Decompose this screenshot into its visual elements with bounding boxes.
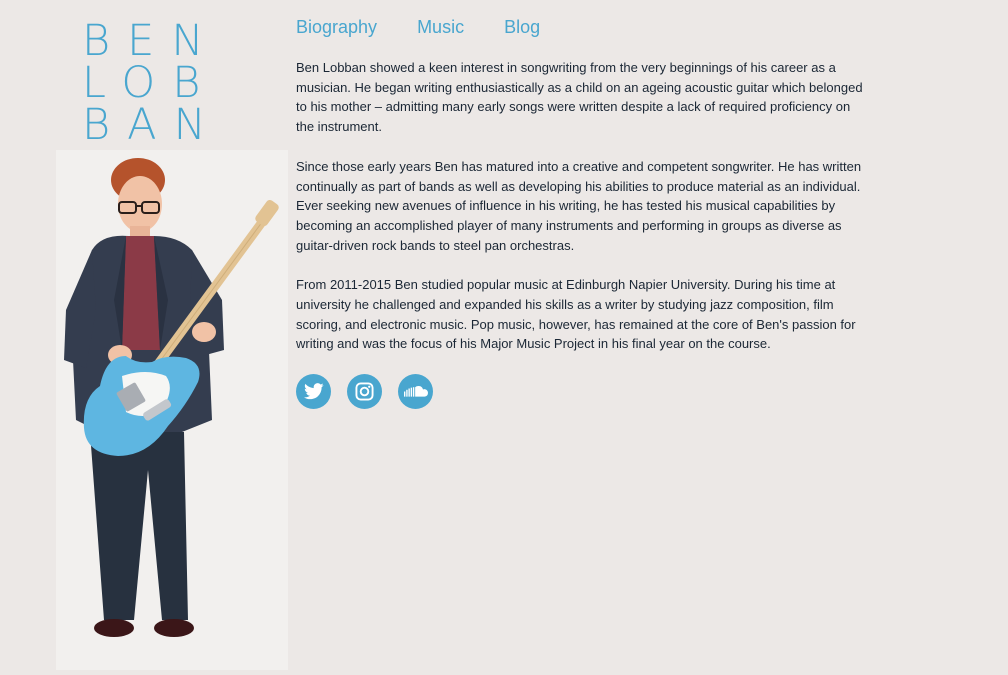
nav-blog[interactable]: Blog — [504, 16, 540, 38]
twitter-button[interactable] — [296, 374, 331, 409]
site-logo[interactable]: BEN LOB BAN — [80, 16, 223, 150]
artist-photo — [56, 150, 288, 670]
main-nav: Biography Music Blog — [296, 16, 540, 38]
biography-content: Ben Lobban showed a keen interest in son… — [296, 58, 868, 374]
twitter-icon — [303, 383, 324, 400]
soundcloud-button[interactable] — [398, 374, 433, 409]
nav-music[interactable]: Music — [417, 16, 464, 38]
instagram-icon — [355, 382, 374, 401]
bio-paragraph-2: Since those early years Ben has matured … — [296, 158, 862, 253]
logo-line-2: LOB — [82, 58, 218, 108]
social-links — [296, 374, 433, 409]
bio-paragraph-3: From 2011-2015 Ben studied popular music… — [296, 277, 856, 352]
instagram-button[interactable] — [347, 374, 382, 409]
nav-biography[interactable]: Biography — [296, 16, 377, 38]
bio-paragraph-1: Ben Lobban showed a keen interest in son… — [296, 60, 863, 135]
artist-illustration — [64, 158, 279, 637]
logo-line-3: BAN — [82, 100, 223, 150]
logo-line-1: BEN — [82, 16, 221, 66]
soundcloud-icon — [403, 386, 428, 397]
